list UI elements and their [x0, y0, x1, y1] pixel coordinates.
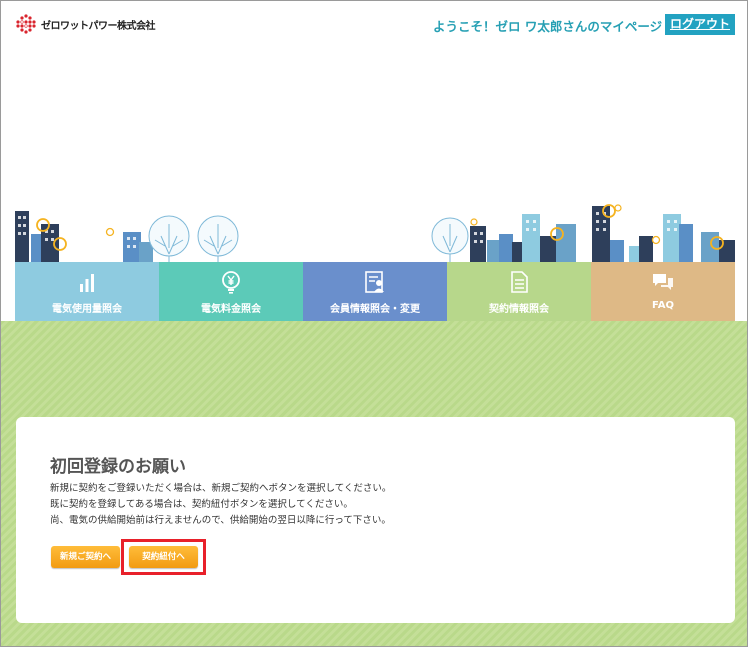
- logo-mark-icon: [16, 14, 36, 34]
- yen-bulb-icon: [222, 271, 240, 294]
- card-title: 初回登録のお願い: [50, 457, 186, 477]
- document-icon: [511, 271, 528, 293]
- logout-button[interactable]: ログアウト: [665, 14, 735, 35]
- welcome-message: ようこそ！ゼロ ワ太郎さんのマイページ: [433, 19, 663, 34]
- nav-contract-info[interactable]: 契約情報照会: [447, 262, 591, 321]
- nav-fee-inquiry[interactable]: 電気料金照会: [159, 262, 303, 321]
- city-skyline-illustration: [15, 204, 735, 262]
- logo-text: ゼロワットパワー株式会社: [41, 20, 156, 32]
- member-card-icon: [365, 271, 384, 293]
- nav-label: FAQ: [652, 300, 674, 311]
- company-logo[interactable]: ゼロワットパワー株式会社: [15, 13, 156, 35]
- chat-bubbles-icon: [653, 274, 673, 290]
- instruction-line: 尚、電気の供給開始前は行えませんので、供給開始の翌日以降に行って下さい。: [50, 515, 391, 526]
- nav-label: 会員情報照会・変更: [330, 304, 420, 315]
- nav-member-info[interactable]: 会員情報照会・変更: [303, 262, 447, 321]
- nav-faq[interactable]: FAQ: [591, 262, 735, 321]
- new-contract-button[interactable]: 新規ご契約へ: [51, 546, 120, 568]
- page-frame: ゼロワットパワー株式会社 ようこそ！ゼロ ワ太郎さんのマイページ ログアウト 電…: [0, 0, 748, 647]
- highlight-box: [121, 539, 206, 575]
- nav-label: 契約情報照会: [489, 304, 549, 315]
- instruction-line: 既に契約を登録してある場合は、契約紐付ボタンを選択してください。: [50, 499, 353, 510]
- nav-usage-inquiry[interactable]: 電気使用量照会: [15, 262, 159, 321]
- nav-label: 電気料金照会: [201, 304, 261, 315]
- instruction-line: 新規に契約をご登録いただく場合は、新規ご契約へボタンを選択してください。: [50, 483, 392, 494]
- bar-chart-icon: [80, 274, 94, 292]
- nav-label: 電気使用量照会: [52, 304, 122, 315]
- first-registration-card: 初回登録のお願い 新規に契約をご登録いただく場合は、新規ご契約へボタンを選択して…: [16, 417, 735, 623]
- card-instructions: 新規に契約をご登録いただく場合は、新規ご契約へボタンを選択してください。 既に契…: [50, 481, 391, 529]
- main-navigation: 電気使用量照会 電気料金照会 会員情報照会・変更 契約情報照会 FAQ: [15, 262, 735, 321]
